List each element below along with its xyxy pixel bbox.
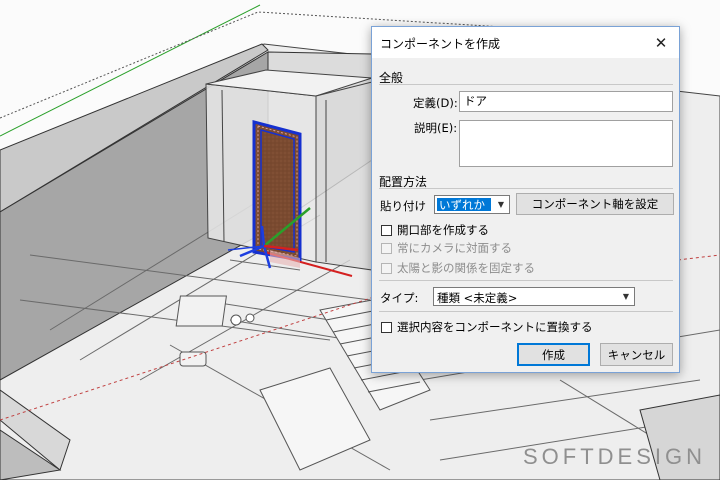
definition-label: 定義(D): [413,96,458,110]
set-component-axes-button[interactable]: コンポーネント軸を設定 [516,193,674,215]
description-textarea[interactable] [459,120,673,167]
face-camera-label: 常にカメラに対面する [397,241,512,255]
placement-separator [379,188,673,189]
cut-opening-checkbox[interactable]: 開口部を作成する [381,222,489,238]
checkbox-icon [381,262,392,274]
softdesign-watermark: SOFTDESIGN [522,444,706,469]
cut-opening-label: 開口部を作成する [397,223,489,237]
glue-select[interactable]: いずれか ▼ [434,195,510,214]
definition-input[interactable]: ドア [459,91,673,112]
type-selected-value: 種類 <未定義> [437,291,518,305]
dropdown-arrow-icon[interactable]: ▼ [618,288,634,305]
checkbox-icon[interactable] [381,321,392,333]
checkbox-icon[interactable] [381,224,392,236]
type-label: タイプ: [380,291,419,305]
glue-label: 貼り付け [380,199,426,213]
create-button[interactable]: 作成 [517,343,590,366]
checkbox-icon [381,242,392,254]
close-icon[interactable]: ✕ [643,27,679,58]
general-separator [379,84,673,85]
dropdown-arrow-icon[interactable]: ▼ [493,196,509,213]
dialog-title: コンポーネントを作成 [380,37,501,51]
create-component-dialog: コンポーネントを作成 ✕ 全般 定義(D): ドア 説明(E): 配置方法 貼り… [371,26,680,373]
type-separator [379,280,673,281]
replace-selection-label: 選択内容をコンポーネントに置換する [397,320,593,334]
description-label: 説明(E): [414,121,458,135]
shadows-face-sun-label: 太陽と影の関係を固定する [397,261,535,275]
cancel-button[interactable]: キャンセル [600,343,673,366]
face-camera-checkbox: 常にカメラに対面する [381,240,512,256]
type-select[interactable]: 種類 <未定義> ▼ [433,287,635,306]
shadows-face-sun-checkbox: 太陽と影の関係を固定する [381,260,535,276]
dialog-titlebar[interactable]: コンポーネントを作成 ✕ [372,27,679,58]
replace-separator [379,311,673,312]
replace-selection-checkbox[interactable]: 選択内容をコンポーネントに置換する [381,319,593,335]
glue-selected-value: いずれか [437,198,491,212]
